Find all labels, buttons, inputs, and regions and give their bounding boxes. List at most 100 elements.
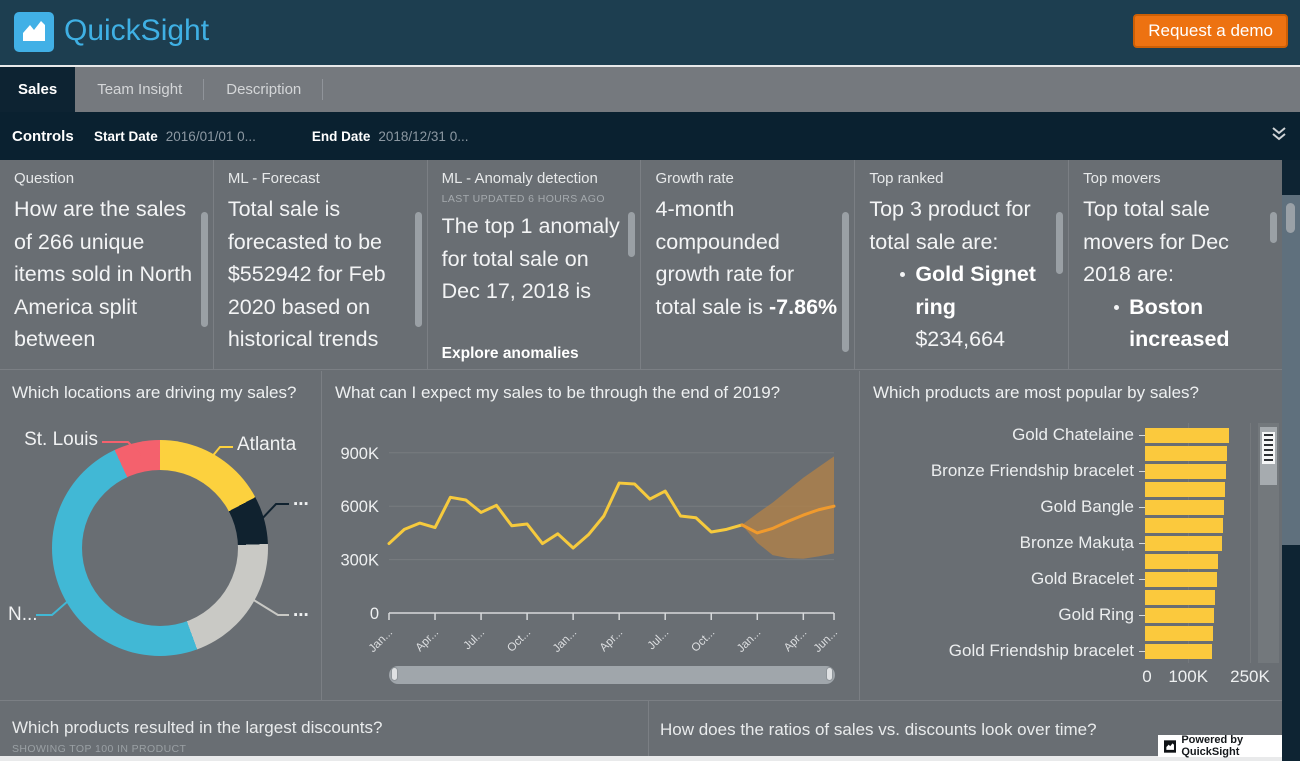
bar-row: Gold Chatelaine xyxy=(861,425,1261,444)
bar-row: Bronze Makuṭa xyxy=(861,533,1261,552)
bar-category-label: Gold Bracelet xyxy=(1031,569,1134,588)
donut-label-n: N... xyxy=(8,604,38,625)
page-scrollbar-rail xyxy=(1282,160,1300,761)
bottom-panel-divider xyxy=(648,701,649,756)
control-value: 2018/12/31 0... xyxy=(378,128,469,144)
sales-bar[interactable] xyxy=(1145,553,1218,569)
bar-category-label: Gold Friendship bracelet xyxy=(948,641,1134,660)
powered-by-label: Powered by QuickSight xyxy=(1181,734,1244,758)
insight-bullet-item: Boston increased xyxy=(1083,291,1268,356)
bar-row xyxy=(861,516,1261,534)
sales-bar[interactable] xyxy=(1145,535,1222,551)
sales-bar[interactable] xyxy=(1145,463,1226,479)
insight-card-title: Top movers xyxy=(1083,170,1161,187)
discounts-panel-title: Which products resulted in the largest d… xyxy=(12,718,383,737)
tab-team-insight[interactable]: Team Insight xyxy=(75,67,205,112)
slider-right-handle[interactable] xyxy=(826,667,833,681)
bar-row: Gold Bracelet xyxy=(861,569,1261,588)
sales-bar[interactable] xyxy=(1145,589,1216,605)
time-range-slider[interactable] xyxy=(389,666,835,684)
bar-chart-title: Which products are most popular by sales… xyxy=(873,383,1199,402)
card-scrollbar-thumb[interactable] xyxy=(1056,212,1064,274)
row-divider xyxy=(0,700,1282,701)
insight-card-top-movers: Top movers Top total sale movers for Dec … xyxy=(1069,160,1282,369)
insight-card-ml-forecast: ML - Forecast Total sale is forecasted to… xyxy=(214,160,428,369)
insight-card-title: Growth rate xyxy=(655,170,734,187)
card-scrollbar-thumb[interactable] xyxy=(1269,212,1277,243)
brand-name: QuickSight xyxy=(64,14,210,47)
svg-text:Oct...: Oct... xyxy=(505,627,533,655)
insight-card-question: Question How are the sales of 266 unique … xyxy=(0,160,214,369)
control-end-date[interactable]: End Date 2018/12/31 0... xyxy=(312,129,469,144)
bar-chart-scrollbar-thumb[interactable] xyxy=(1260,427,1277,485)
donut-label-ellipsis-1: ... xyxy=(293,489,309,510)
insight-bullet-item: Gold Signet ring xyxy=(869,258,1054,323)
quicksight-logo-icon xyxy=(14,12,54,52)
bar-row: Bronze Friendship bracelet xyxy=(861,461,1261,480)
card-scrollbar-thumb[interactable] xyxy=(200,212,208,327)
svg-text:900K: 900K xyxy=(340,445,379,463)
insight-card-row: Question How are the sales of 266 unique … xyxy=(0,160,1282,370)
explore-anomalies-link[interactable]: Explore anomalies xyxy=(441,342,617,363)
svg-text:Jan...: Jan... xyxy=(367,627,395,655)
sales-bar[interactable] xyxy=(1145,643,1213,659)
insight-card-body: Top total sale movers for Dec 2018 are: B… xyxy=(1083,193,1268,356)
request-demo-button[interactable]: Request a demo xyxy=(1133,14,1288,48)
insight-card-title: ML - Forecast xyxy=(227,170,320,187)
sales-bar[interactable] xyxy=(1145,625,1213,641)
tab-sales[interactable]: Sales xyxy=(0,67,76,112)
bar-category-label: Gold Chatelaine xyxy=(1012,425,1134,444)
quicksight-badge-icon xyxy=(1164,739,1177,753)
page-scrollbar-thumb[interactable] xyxy=(1286,203,1295,233)
insight-card-title: ML - Anomaly detection xyxy=(441,170,598,187)
slider-left-handle[interactable] xyxy=(391,667,398,681)
sales-bar[interactable] xyxy=(1145,499,1225,515)
insight-bullet-value: $234,664 xyxy=(915,327,1005,351)
svg-text:Jun...: Jun... xyxy=(812,627,840,655)
sales-bar[interactable] xyxy=(1145,571,1217,587)
insight-card-subtitle: LAST UPDATED 6 HOURS AGO xyxy=(441,193,605,205)
bottom-scroll-strip[interactable] xyxy=(0,756,1286,761)
bar-axis-label: 250K xyxy=(1230,667,1270,686)
insight-card-title: Top ranked xyxy=(869,170,944,187)
bar-category-label: Gold Ring xyxy=(1058,605,1134,624)
insight-card-top-ranked: Top ranked Top 3 product for total sale a… xyxy=(855,160,1070,369)
tab-bar: Sales Team Insight Description xyxy=(0,67,1300,112)
sales-bar[interactable] xyxy=(1145,445,1227,461)
sales-bar[interactable] xyxy=(1145,517,1224,533)
donut-hole xyxy=(82,470,238,626)
app-header: QuickSight Request a demo xyxy=(0,0,1300,65)
insight-card-title: Question xyxy=(14,170,75,187)
card-scrollbar-thumb[interactable] xyxy=(414,212,422,327)
control-value: 2016/01/01 0... xyxy=(165,128,256,144)
sales-bar[interactable] xyxy=(1145,427,1229,443)
donut-label-st-louis: St. Louis xyxy=(24,429,98,450)
bar-row xyxy=(861,480,1261,498)
controls-fields: Start Date 2016/01/01 0... End Date 2018/12… xyxy=(94,129,524,144)
page-scrollbar-track[interactable] xyxy=(1282,195,1300,545)
sales-bar[interactable] xyxy=(1145,607,1215,623)
insight-card-body: 4-month compounded growth rate for total… xyxy=(655,197,838,319)
discounts-panel-subtitle: SHOWING TOP 100 IN PRODUCT xyxy=(12,743,187,755)
sales-bar[interactable] xyxy=(1145,481,1225,497)
locations-donut-panel: Which locations are driving my sales? St… xyxy=(0,371,322,700)
card-scrollbar-thumb[interactable] xyxy=(842,212,850,352)
donut-label-ellipsis-2: ... xyxy=(293,600,309,621)
bar-category-label: Bronze Makuṭa xyxy=(1019,533,1134,552)
line-chart-title: What can I expect my sales to be through… xyxy=(335,383,781,402)
control-start-date[interactable]: Start Date 2016/01/01 0... xyxy=(94,129,256,144)
bar-row xyxy=(861,552,1261,570)
bar-row: Gold Friendship bracelet xyxy=(861,641,1261,660)
expand-controls-chevron-icon[interactable] xyxy=(1270,125,1288,150)
forecast-line-chart[interactable]: 900K 600K 300K 0 Jan... Apr... Jul... Oct... Jan… xyxy=(323,411,860,661)
powered-by-badge[interactable]: Powered by QuickSight xyxy=(1158,734,1298,758)
ratios-panel-title: How does the ratios of sales vs. discoun… xyxy=(660,720,1097,739)
insight-card-body: Total sale is forecasted to be $552942 f… xyxy=(227,197,386,351)
svg-text:Jan...: Jan... xyxy=(735,627,763,655)
tab-description[interactable]: Description xyxy=(204,67,324,112)
insight-card-body: Top 3 product for total sale are: Gold Si… xyxy=(869,193,1054,356)
control-label: End Date xyxy=(311,128,371,144)
controls-title: Controls xyxy=(12,127,74,145)
card-scrollbar-thumb[interactable] xyxy=(628,212,636,257)
donut-chart-title: Which locations are driving my sales? xyxy=(12,383,297,402)
